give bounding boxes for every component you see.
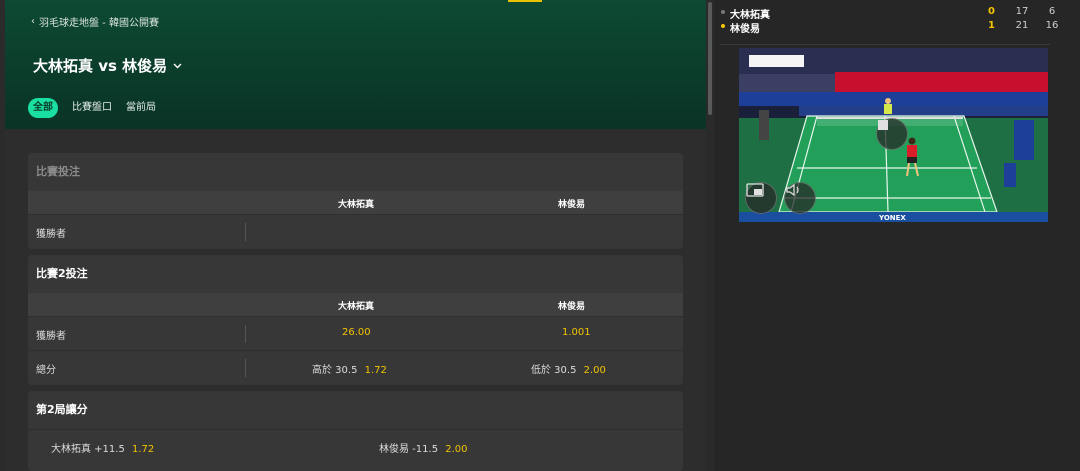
game-2-score: 16 — [1045, 20, 1059, 31]
top-accent-bar — [508, 0, 542, 2]
market-card-game2-betting: 比賽2投注 大林拓真 林俊易 獲勝者 26.00 1.001 總分 高於 30.… — [28, 255, 683, 385]
over-odds: 1.72 — [364, 365, 387, 376]
tab-all[interactable]: 全部 — [28, 98, 58, 118]
player-name: 大林拓真 — [730, 10, 770, 21]
column-player-2: 林俊易 — [558, 302, 586, 312]
market-card-match-betting: 比賽投注 大林拓真 林俊易 獲勝者 — [28, 153, 683, 249]
odds-button-handicap-player-1[interactable]: 大林拓真 +11.5 1.72 — [51, 440, 154, 455]
odds-button-under[interactable]: 低於 30.5 2.00 — [531, 361, 606, 376]
breadcrumb[interactable]: ‹ 羽毛球走地盤 - 韓國公開賽 — [31, 14, 159, 29]
market-tabs: 全部 比賽盤口 當前局 — [28, 98, 156, 118]
game-1-score: 21 — [1015, 20, 1029, 31]
stop-button[interactable] — [876, 118, 908, 150]
score-row-player-1: 大林拓真 0 17 6 — [720, 6, 1060, 21]
scoreboard-divider — [720, 44, 1050, 45]
row-label: 獲勝者 — [36, 229, 66, 240]
markets-panel: ‹ 羽毛球走地盤 - 韓國公開賽 大林拓真 vs 林俊易 全部 比賽盤口 當前局… — [0, 0, 706, 471]
back-chevron-icon[interactable]: ‹ — [31, 16, 35, 27]
market-row-winner: 獲勝者 — [28, 214, 683, 248]
column-player-2: 林俊易 — [558, 200, 586, 210]
odds-button-over[interactable]: 高於 30.5 1.72 — [312, 361, 387, 376]
odds-button-player-1[interactable]: 26.00 — [342, 327, 371, 338]
scoreboard: 大林拓真 0 17 6 林俊易 1 21 16 — [720, 6, 1060, 45]
games-won: 0 — [988, 6, 995, 17]
row-label: 總分 — [36, 365, 56, 376]
markets-list: 比賽投注 大林拓真 林俊易 獲勝者 比賽2投注 大林拓真 林俊易 獲勝者 26.… — [5, 129, 706, 471]
over-line-label: 高於 30.5 — [312, 365, 358, 376]
scrollbar[interactable] — [706, 0, 714, 471]
app-root: ‹ 羽毛球走地盤 - 韓國公開賽 大林拓真 vs 林俊易 全部 比賽盤口 當前局… — [0, 0, 1080, 471]
handicap-odds-player-2: 2.00 — [445, 444, 468, 455]
market-row-winner: 獲勝者 26.00 1.001 — [28, 316, 683, 350]
column-player-1: 大林拓真 — [338, 200, 375, 210]
tab-match-markets[interactable]: 比賽盤口 — [72, 98, 112, 118]
serve-indicator — [721, 10, 725, 14]
row-label: 獲勝者 — [36, 331, 66, 342]
market-row-handicap: 大林拓真 +11.5 1.72 林俊易 -11.5 2.00 — [28, 429, 683, 463]
live-video-player[interactable]: YONEX — [739, 48, 1048, 222]
scrollbar-thumb[interactable] — [708, 2, 712, 115]
volume-button[interactable] — [784, 182, 816, 214]
games-won: 1 — [988, 20, 995, 31]
handicap-label-player-2: 林俊易 -11.5 — [379, 444, 439, 455]
serve-indicator — [721, 24, 725, 28]
market-title[interactable]: 比賽投注 — [28, 153, 683, 191]
ad-board-text: YONEX — [878, 214, 906, 222]
odds-button-player-2[interactable]: 1.001 — [562, 327, 591, 338]
breadcrumb-text[interactable]: 羽毛球走地盤 - 韓國公開賽 — [39, 14, 159, 29]
market-card-game2-handicap: 第2局讓分 大林拓真 +11.5 1.72 林俊易 -11.5 2.00 — [28, 391, 683, 471]
row-divider — [245, 359, 246, 377]
row-divider — [245, 325, 246, 343]
match-title-text: 大林拓真 vs 林俊易 — [33, 57, 168, 75]
match-title[interactable]: 大林拓真 vs 林俊易 — [33, 55, 182, 76]
under-line-label: 低於 30.5 — [531, 365, 577, 376]
game-2-score: 6 — [1048, 6, 1056, 17]
market-column-header: 大林拓真 林俊易 — [28, 191, 683, 214]
chevron-down-icon[interactable] — [173, 62, 182, 72]
match-header: ‹ 羽毛球走地盤 - 韓國公開賽 大林拓真 vs 林俊易 全部 比賽盤口 當前局 — [5, 0, 706, 129]
handicap-odds-player-1: 1.72 — [132, 444, 155, 455]
tab-current-game[interactable]: 當前局 — [126, 98, 156, 118]
player-name: 林俊易 — [730, 24, 760, 35]
market-title[interactable]: 比賽2投注 — [28, 255, 683, 293]
market-row-total-points: 總分 高於 30.5 1.72 低於 30.5 2.00 — [28, 350, 683, 384]
under-odds: 2.00 — [583, 365, 606, 376]
market-column-header: 大林拓真 林俊易 — [28, 293, 683, 316]
row-divider — [245, 223, 246, 241]
game-1-score: 17 — [1015, 6, 1029, 17]
score-row-player-2: 林俊易 1 21 16 — [720, 20, 1060, 35]
handicap-label-player-1: 大林拓真 +11.5 — [51, 444, 125, 455]
odds-button-handicap-player-2[interactable]: 林俊易 -11.5 2.00 — [379, 440, 468, 455]
column-player-1: 大林拓真 — [338, 302, 375, 312]
live-panel: 大林拓真 0 17 6 林俊易 1 21 16 YONEX — [714, 0, 1080, 471]
picture-in-picture-button[interactable] — [745, 182, 777, 214]
market-title[interactable]: 第2局讓分 — [28, 391, 683, 429]
